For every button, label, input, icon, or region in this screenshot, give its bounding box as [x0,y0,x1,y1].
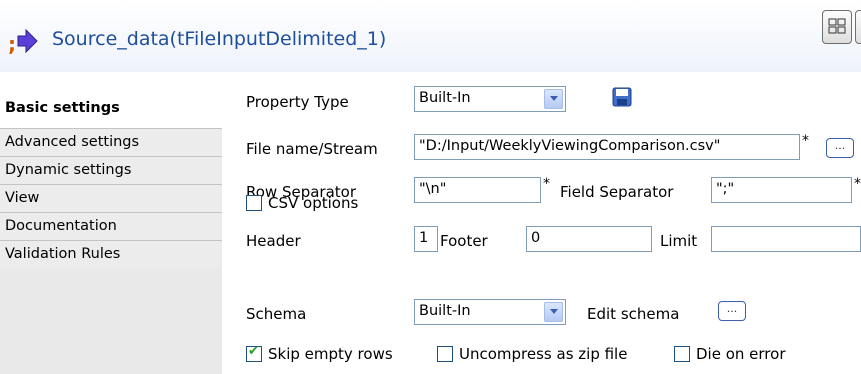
required-mark-row: * [543,176,550,192]
uncompress-label: Uncompress as zip file [459,345,628,363]
tab-advanced-settings[interactable]: Advanced settings [0,128,222,156]
save-icon[interactable] [612,87,632,107]
field-separator-label: Field Separator [560,183,674,201]
layout-toggle-button[interactable] [822,10,852,44]
footer-label: Footer [440,232,488,250]
chevron-down-icon[interactable] [544,89,563,109]
layout-icon [828,18,846,34]
view-toggle-button[interactable] [855,10,861,44]
tab-basic-settings[interactable]: Basic settings [0,76,222,128]
property-type-value: Built-In [419,90,471,106]
tab-documentation[interactable]: Documentation [0,212,222,240]
row-separator-field[interactable]: "\n" [414,177,541,203]
file-input-icon: ; [8,28,38,56]
tab-validation-rules[interactable]: Validation Rules [0,240,222,268]
schema-label: Schema [246,305,307,323]
csv-options-checkbox[interactable] [246,195,262,211]
required-mark: * [802,133,809,149]
property-type-label: Property Type [246,93,349,111]
component-header: ; Source_data(tFileInputDelimited_1) [0,0,861,72]
header-field[interactable]: 1 [414,226,438,252]
footer-field[interactable]: 0 [526,226,652,252]
schema-select[interactable]: Built-In [414,299,566,325]
uncompress-checkbox[interactable] [437,346,453,362]
csv-options-label: CSV options [268,194,359,212]
tab-dynamic-settings[interactable]: Dynamic settings [0,156,222,184]
field-separator-field[interactable]: ";" [711,177,852,203]
file-name-label: File name/Stream [246,140,378,158]
schema-value: Built-In [419,303,471,319]
svg-text:;: ; [8,32,16,56]
settings-sidebar: Basic settings Advanced settings Dynamic… [0,76,222,374]
chevron-down-icon[interactable] [544,302,563,322]
edit-schema-label: Edit schema [587,305,680,323]
component-title: Source_data(tFileInputDelimited_1) [52,28,387,50]
edit-schema-button[interactable]: ... [718,301,746,321]
tab-view[interactable]: View [0,184,222,212]
limit-label: Limit [660,232,698,250]
skip-empty-rows-checkbox[interactable] [246,344,262,362]
required-mark-field: * [854,176,861,192]
browse-button[interactable]: ... [826,138,854,158]
property-type-select[interactable]: Built-In [414,86,566,112]
limit-field[interactable] [711,226,861,252]
skip-empty-rows-label: Skip empty rows [268,345,393,363]
die-on-error-checkbox[interactable] [674,346,690,362]
header-label: Header [246,232,301,250]
die-on-error-label: Die on error [696,345,786,363]
file-name-field[interactable]: "D:/Input/WeeklyViewingComparison.csv" [414,134,800,160]
